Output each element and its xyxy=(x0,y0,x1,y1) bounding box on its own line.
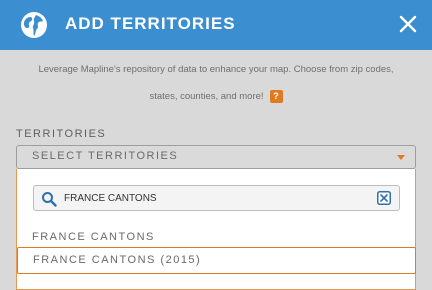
help-icon[interactable]: ? xyxy=(269,89,283,103)
description-line-2-text: states, counties, and more! xyxy=(149,91,264,102)
globe-icon xyxy=(21,12,47,38)
description-line-2: states, counties, and more!? xyxy=(0,83,432,110)
territories-label: TERRITORIES xyxy=(16,128,107,140)
option-france-cantons-2015[interactable]: FRANCE CANTONS (2015) xyxy=(17,247,416,274)
search-input[interactable] xyxy=(64,186,364,210)
dialog-description: Leverage Mapline's repository of data to… xyxy=(0,56,432,110)
dialog-title: ADD TERRITORIES xyxy=(65,14,236,33)
option-label: FRANCE CANTONS (2015) xyxy=(33,254,202,266)
territories-dropdown: FRANCE CANTONS FRANCE CANTONS (2015) xyxy=(16,169,416,290)
dialog-header: ADD TERRITORIES xyxy=(0,0,432,50)
territories-select[interactable]: SELECT TERRITORIES xyxy=(16,145,416,169)
search-field[interactable] xyxy=(33,185,400,211)
clear-icon[interactable] xyxy=(377,191,391,205)
group-label: FRANCE CANTONS xyxy=(32,231,155,243)
add-territories-dialog: ADD TERRITORIES Leverage Mapline's repos… xyxy=(0,0,432,290)
close-icon[interactable] xyxy=(398,14,418,34)
search-icon xyxy=(42,192,57,207)
select-placeholder: SELECT TERRITORIES xyxy=(32,150,179,162)
description-line-1: Leverage Mapline's repository of data to… xyxy=(38,64,394,75)
chevron-down-icon xyxy=(397,155,405,160)
